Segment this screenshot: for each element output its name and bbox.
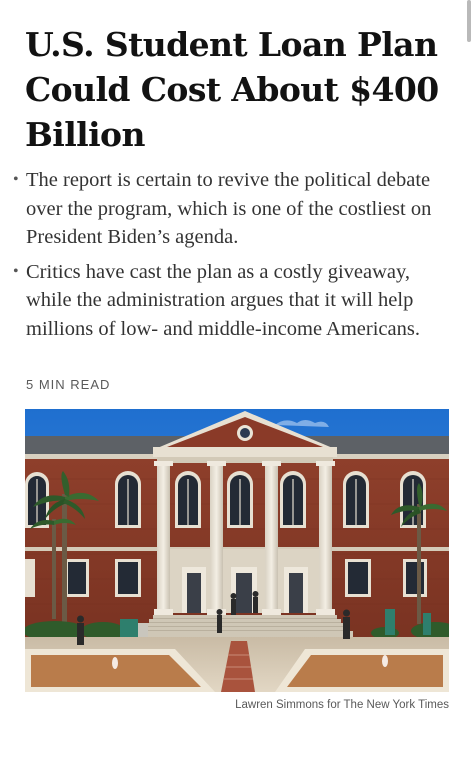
summary-list: • The report is certain to revive the po… xyxy=(13,166,458,349)
summary-text: Critics have cast the plan as a costly g… xyxy=(26,260,420,340)
bullet-icon: • xyxy=(13,171,19,188)
article-headline[interactable]: U.S. Student Loan Plan Could Cost About … xyxy=(25,22,465,157)
scrollbar[interactable] xyxy=(467,0,471,42)
photo-credit: Lawren Simmons for The New York Times xyxy=(235,699,449,711)
summary-text: The report is certain to revive the poli… xyxy=(26,169,432,248)
article-photo[interactable] xyxy=(25,409,449,692)
bullet-icon: • xyxy=(13,262,19,280)
summary-item: • The report is certain to revive the po… xyxy=(13,166,458,252)
read-time: 5 MIN READ xyxy=(26,377,111,392)
summary-item: • Critics have cast the plan as a costly… xyxy=(13,258,458,344)
